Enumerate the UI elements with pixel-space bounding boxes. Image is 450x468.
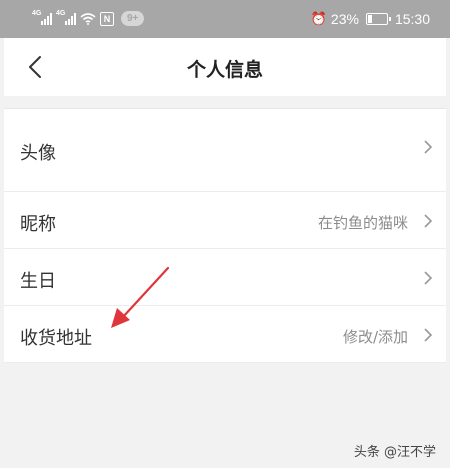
row-label: 生日 — [20, 271, 56, 292]
watermark: 头条 @汪不学 — [353, 445, 436, 460]
chevron-right-icon — [424, 214, 433, 228]
nfc-icon: N — [100, 11, 114, 26]
row-avatar[interactable]: 头像 — [4, 109, 446, 192]
chevron-right-icon — [424, 328, 433, 342]
row-label: 头像 — [20, 143, 56, 164]
battery-level — [367, 15, 372, 23]
page-title: 个人信息 — [186, 59, 263, 81]
row-shipping-address[interactable]: 收货地址 修改/添加 — [4, 306, 446, 363]
notification-badge: 9+ — [121, 11, 145, 26]
chevron-right-icon — [424, 140, 433, 154]
row-nickname[interactable]: 昵称 在钓鱼的猫咪 — [4, 192, 446, 249]
row-value: 在钓鱼的猫咪 — [317, 214, 408, 232]
signal-icon: 4G — [32, 10, 52, 25]
navigation-bar: 个人信息 — [4, 38, 446, 96]
section-divider — [4, 96, 446, 108]
status-right: ⏰ 23% 15:30 — [311, 11, 430, 27]
status-time: 15:30 — [394, 11, 430, 27]
signal-icon-2: 4G — [56, 10, 76, 25]
battery-icon — [365, 13, 391, 25]
profile-list: 头像 昵称 在钓鱼的猫咪 生日 收货地址 修改/添加 — [4, 108, 446, 363]
status-left: 4G 4G N 9+ — [32, 10, 145, 26]
row-birthday[interactable]: 生日 — [4, 249, 446, 306]
wifi-icon — [80, 12, 96, 25]
status-bar: 4G 4G N 9+ ⏰ 23% 15:30 — [0, 0, 450, 38]
chevron-right-icon — [424, 271, 433, 285]
battery-percent: 23% — [330, 11, 359, 27]
row-label: 收货地址 — [20, 328, 92, 349]
row-value: 修改/添加 — [342, 328, 408, 346]
row-label: 昵称 — [20, 214, 56, 235]
alarm-icon: ⏰ — [310, 11, 327, 26]
